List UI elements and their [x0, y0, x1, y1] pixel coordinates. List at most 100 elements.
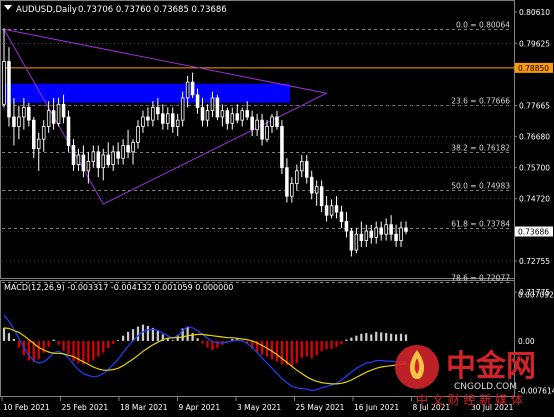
candle-body [156, 107, 160, 115]
candle-body [76, 154, 81, 165]
candle-body [210, 97, 215, 112]
macd-histogram-bar [325, 340, 328, 350]
macd-histogram-bar [360, 333, 363, 341]
macd-histogram-bar [310, 340, 313, 359]
macd-histogram-bar [186, 326, 189, 341]
macd-histogram-bar [171, 340, 174, 342]
macd-histogram-bar [52, 339, 55, 341]
candle-body [170, 113, 175, 127]
candle-body [230, 113, 235, 124]
watermark-logo: 中金网 CNGOLD.COM 中 文 财 经 新 媒 体 [392, 338, 554, 413]
candle-body [161, 113, 165, 124]
candle-body [36, 138, 41, 150]
candle-body [91, 151, 96, 162]
candle-body [309, 176, 314, 194]
fib-level-label: 61.8 = 0.73784 [451, 219, 510, 228]
macd-histogram-bar [380, 332, 383, 341]
candle-body [86, 160, 91, 172]
macd-histogram-bar [305, 340, 308, 357]
candle-body [195, 94, 200, 108]
macd-histogram-bar [300, 340, 303, 358]
candle-body [349, 230, 354, 251]
candle-body [314, 186, 319, 194]
candle-body [56, 103, 61, 124]
candle-body [116, 151, 120, 159]
macd-histogram-bar [375, 331, 378, 341]
candle-body [374, 227, 378, 238]
candle-body [27, 107, 31, 121]
macd-histogram-bar [345, 339, 348, 341]
candle-body [404, 227, 408, 232]
macd-histogram-bar [335, 340, 338, 347]
candle-body [17, 116, 21, 127]
macd-histogram-bar [97, 340, 100, 357]
candle-body [285, 167, 289, 197]
candle-body [250, 116, 254, 131]
candle-body [12, 116, 16, 127]
candle-body [329, 205, 334, 216]
candle-body [190, 81, 195, 96]
candle-body [46, 110, 51, 127]
candle-body [32, 119, 36, 150]
macd-label: MACD(12,26,9) -0.003317 -0.004132 0.0010… [4, 283, 233, 292]
macd-histogram-bar [365, 333, 368, 341]
chart-window: 0.0 = 0.80064 23.6 = 0.77666 38.2 = 0.7618… [0, 0, 554, 413]
macd-histogram-bar [87, 340, 90, 363]
watermark-emblem-icon [395, 345, 439, 389]
macd-histogram-bar [370, 334, 373, 341]
ohlc-label: 0.73706 0.73760 0.73685 0.73686 [78, 5, 227, 15]
candle-body [334, 205, 339, 213]
candle-body [175, 119, 180, 127]
macd-histogram-bar [330, 340, 333, 349]
candle-body [235, 113, 240, 121]
macd-histogram-bar [340, 340, 343, 345]
candle-body [220, 110, 225, 118]
candle-body [121, 145, 125, 159]
macd-histogram-bar [320, 340, 323, 352]
candle-body [260, 119, 264, 140]
macd-histogram-bar [2, 327, 6, 341]
watermark-domain: CNGOLD.COM [454, 382, 517, 392]
macd-histogram-bar [102, 340, 105, 353]
macd-histogram-bar [196, 338, 199, 341]
candle-body [166, 113, 170, 124]
macd-histogram-bar [112, 340, 115, 345]
x-tick-label: 10 Feb 2021 [3, 403, 50, 412]
x-tick-label: 3 May 2021 [237, 403, 281, 412]
candle-body [41, 126, 46, 140]
macd-histogram-bar [62, 340, 65, 351]
macd-histogram-bar [270, 340, 274, 360]
candle-body [101, 154, 106, 169]
macd-histogram-bar [260, 340, 264, 355]
macd-histogram-bar [67, 340, 70, 354]
candle-body [379, 227, 383, 235]
macd-histogram-bar [72, 340, 75, 362]
macd-histogram-bar [7, 333, 11, 341]
macd-histogram-bar [315, 340, 318, 356]
y-tick-label: 0.74720 [519, 195, 550, 204]
macd-histogram-bar [27, 340, 30, 361]
candle-body [131, 141, 135, 153]
macd-histogram-bar [206, 340, 209, 348]
x-tick-label: 25 Feb 2021 [62, 403, 109, 412]
macd-histogram-bar [201, 340, 204, 344]
x-tick-label: 9 Apr 2021 [179, 403, 221, 412]
candle-body [324, 205, 329, 216]
candle-body [141, 116, 145, 127]
candle-body [185, 81, 190, 99]
macd-histogram-bar [275, 340, 279, 362]
candle-body [22, 107, 26, 118]
candle-body [384, 224, 388, 235]
candle-body [111, 151, 115, 165]
candle-body [369, 230, 374, 238]
candle-body [364, 230, 369, 241]
candle-body [300, 160, 304, 172]
candle-body [354, 233, 359, 251]
candle-body [51, 110, 56, 124]
candle-body [255, 119, 259, 131]
macd-histogram-bar [146, 325, 150, 341]
candle-body [389, 224, 393, 235]
macd-y-tick-label: 0.007092 [518, 291, 554, 300]
candle-body [2, 61, 6, 105]
candle-body [66, 116, 71, 146]
